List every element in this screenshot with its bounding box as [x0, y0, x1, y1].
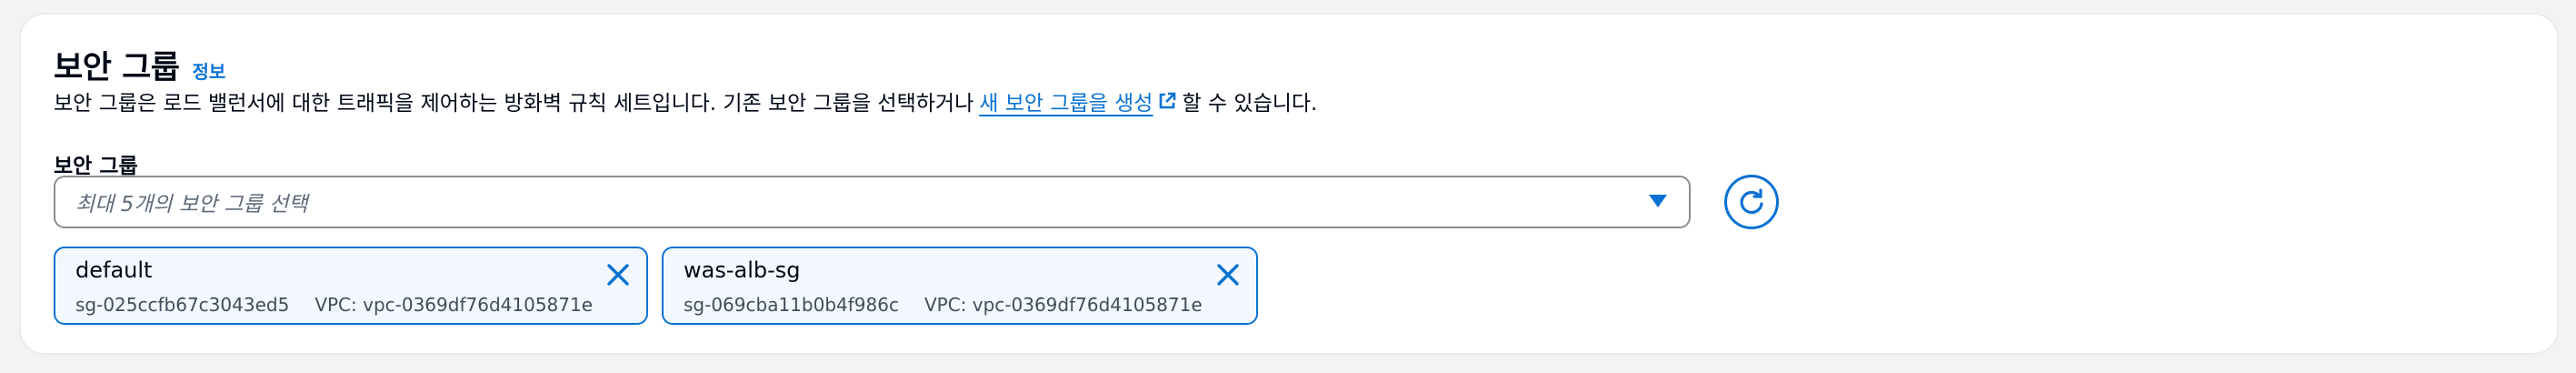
token-id: sg-069cba11b0b4f986c — [684, 294, 899, 316]
token-meta: sg-025ccfb67c3043ed5 VPC: vpc-0369df76d41… — [75, 294, 593, 316]
info-link[interactable]: 정보 — [193, 57, 226, 84]
external-link-icon[interactable] — [1156, 90, 1178, 112]
field-label: 보안 그룹 — [54, 155, 138, 178]
security-group-token: default sg-025ccfb67c3043ed5 VPC: vpc-036… — [54, 247, 648, 325]
select-placeholder: 최대 5개의 보안 그룹 선택 — [75, 193, 308, 217]
section-title: 보안 그룹 — [54, 50, 180, 86]
token-id: sg-025ccfb67c3043ed5 — [75, 294, 290, 316]
security-group-token: was-alb-sg sg-069cba11b0b4f986c VPC: vpc-… — [662, 247, 1258, 325]
caret-down-icon[interactable] — [1649, 195, 1667, 207]
close-icon[interactable] — [604, 261, 632, 288]
description-text-end: 할 수 있습니다. — [1182, 92, 1318, 116]
refresh-button[interactable] — [1724, 175, 1779, 229]
refresh-icon — [1740, 188, 1763, 215]
create-security-group-link[interactable]: 새 보안 그룹을 생성 — [979, 86, 1153, 116]
security-group-select[interactable]: 최대 5개의 보안 그룹 선택 — [54, 176, 1691, 228]
header: 보안 그룹 정보 — [54, 42, 225, 88]
description-text: 보안 그룹은 로드 밸런서에 대한 트래픽을 제어하는 방화벽 규칙 세트입니다… — [54, 92, 974, 116]
security-group-panel: 보안 그룹 정보 보안 그룹은 로드 밸런서에 대한 트래픽을 제어하는 방화벽… — [19, 13, 2559, 355]
token-vpc: VPC: vpc-0369df76d4105871e — [315, 294, 594, 316]
token-vpc: VPC: vpc-0369df76d4105871e — [924, 294, 1203, 316]
token-name: was-alb-sg — [684, 257, 801, 283]
token-name: default — [75, 257, 153, 283]
token-meta: sg-069cba11b0b4f986c VPC: vpc-0369df76d41… — [684, 294, 1203, 316]
close-icon[interactable] — [1214, 261, 1242, 288]
section-description: 보안 그룹은 로드 밸런서에 대한 트래픽을 제어하는 방화벽 규칙 세트입니다… — [54, 86, 1317, 116]
